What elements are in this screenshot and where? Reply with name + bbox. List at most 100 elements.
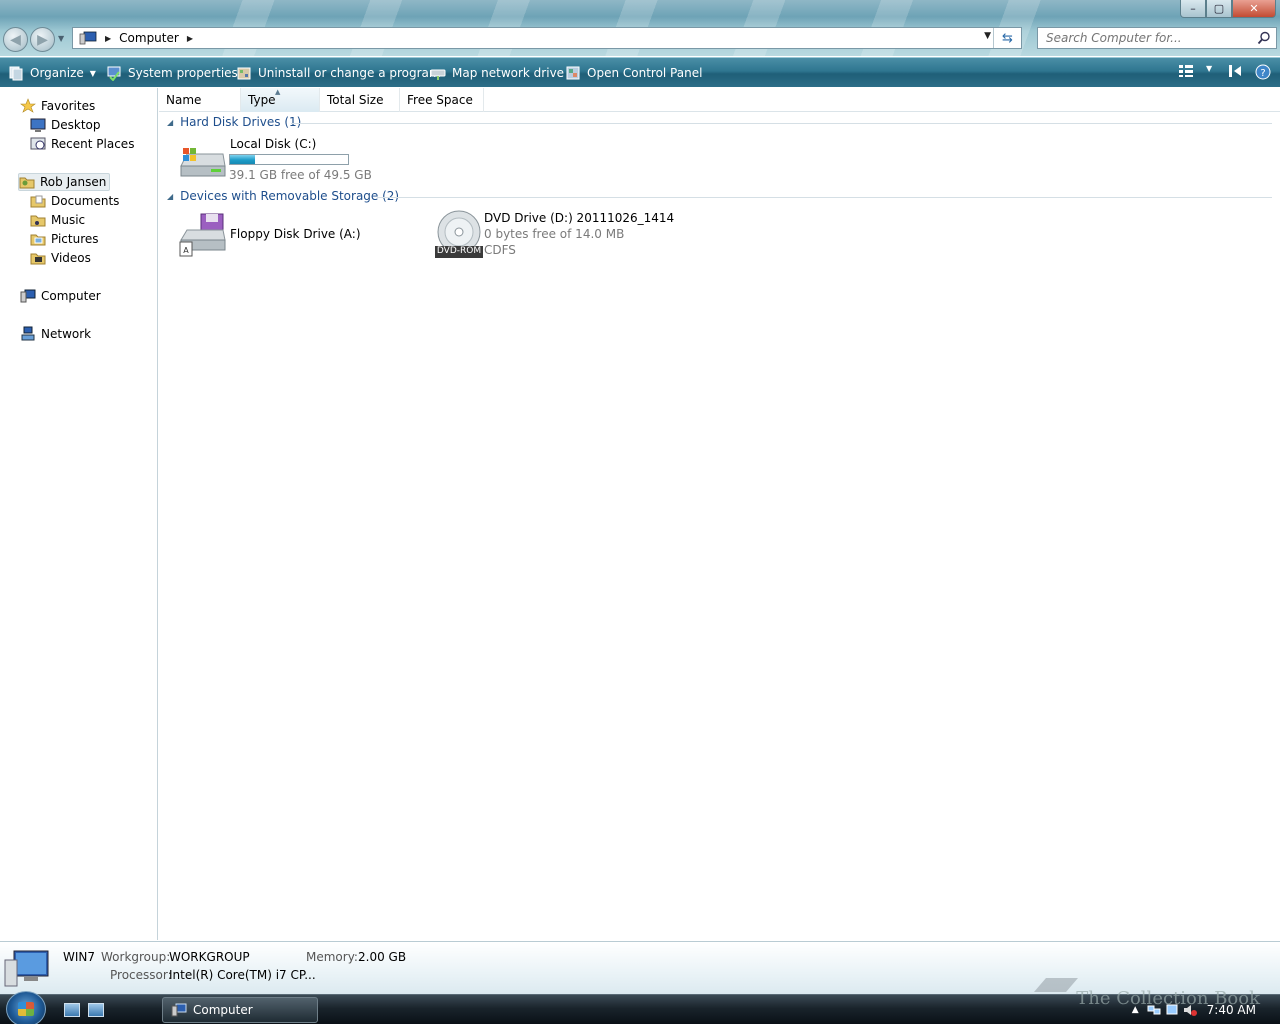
maximize-button[interactable]: ▢ xyxy=(1206,0,1232,18)
refresh-button[interactable]: ⇆ xyxy=(993,28,1021,48)
back-button[interactable]: ◀ xyxy=(3,27,28,52)
nav-documents-label: Documents xyxy=(51,194,120,208)
open-control-panel-button[interactable]: Open Control Panel xyxy=(565,64,702,82)
computer-icon xyxy=(4,950,49,987)
start-button[interactable] xyxy=(6,991,46,1024)
uninstall-program-label: Uninstall or change a program xyxy=(258,66,441,80)
nav-item-videos[interactable]: Videos xyxy=(30,249,91,267)
documents-folder-icon xyxy=(30,195,46,208)
group-hard-disk-drives[interactable]: ◢ Hard Disk Drives (1) xyxy=(167,115,301,129)
column-name[interactable]: Name xyxy=(159,88,241,112)
views-button[interactable] xyxy=(1178,64,1194,78)
nav-desktop-label: Desktop xyxy=(51,118,101,132)
uninstall-program-button[interactable]: Uninstall or change a program xyxy=(236,64,441,82)
system-properties-label: System properties xyxy=(128,66,238,80)
column-name-label: Name xyxy=(166,93,202,107)
views-dropdown-icon[interactable]: ▼ xyxy=(1206,64,1212,73)
nav-item-pictures[interactable]: Pictures xyxy=(30,230,99,248)
dvd-rom-badge: DVD-ROM xyxy=(436,246,482,256)
computer-name: WIN7 xyxy=(63,950,96,964)
music-folder-icon xyxy=(30,215,46,227)
drive-c-free-space: 39.1 GB free of 49.5 GB xyxy=(229,168,372,182)
nav-recent-label: Recent Places xyxy=(51,137,135,151)
drive-c-capacity-bar xyxy=(229,154,349,165)
nav-item-favorites[interactable]: Favorites xyxy=(20,97,95,115)
svg-text:?: ? xyxy=(1260,68,1265,79)
nav-item-computer[interactable]: Computer xyxy=(20,287,101,305)
nav-favorites-label: Favorites xyxy=(41,99,96,113)
nav-item-network[interactable]: Network xyxy=(20,325,91,343)
map-network-drive-button[interactable]: Map network drive xyxy=(430,64,564,82)
search-icon[interactable] xyxy=(1257,31,1271,45)
show-desktop-icon[interactable] xyxy=(64,1003,80,1017)
group-hard-disk-drives-label: Hard Disk Drives (1) xyxy=(180,115,302,129)
drive-a-label: Floppy Disk Drive (A:) xyxy=(230,227,361,241)
nav-item-documents[interactable]: Documents xyxy=(30,192,119,210)
svg-text:A: A xyxy=(183,246,189,255)
videos-folder-icon xyxy=(30,253,46,265)
group-removable-storage[interactable]: ◢ Devices with Removable Storage (2) xyxy=(167,189,399,203)
forward-button[interactable]: ▶ xyxy=(30,27,55,52)
memory-label: Memory: xyxy=(306,950,358,964)
organize-button[interactable]: Organize ▼ xyxy=(8,64,96,82)
book-logo-icon xyxy=(1034,978,1078,992)
workgroup-value: WORKGROUP xyxy=(169,950,250,964)
minimize-button[interactable]: – xyxy=(1180,0,1206,18)
preview-pane-icon xyxy=(1229,65,1241,77)
recent-pages-dropdown[interactable]: ▼ xyxy=(58,34,64,43)
pictures-folder-icon xyxy=(30,234,46,246)
address-bar[interactable]: ▶ Computer ▶ ▼ ⇆ xyxy=(72,27,1022,49)
preview-pane-button[interactable] xyxy=(1228,64,1244,78)
nav-computer-label: Computer xyxy=(41,289,101,303)
switch-windows-icon[interactable] xyxy=(88,1003,104,1017)
hard-drive-icon xyxy=(180,148,226,177)
command-bar: Organize ▼ System properties Uninstall or… xyxy=(0,57,1280,87)
drive-c-label: Local Disk (C:) xyxy=(230,137,317,151)
nav-item-recent-places[interactable]: Recent Places xyxy=(30,135,134,153)
group-divider xyxy=(291,123,1272,124)
desktop-icon xyxy=(30,118,46,132)
taskbar-window-label: Computer xyxy=(193,1003,253,1017)
column-free-space[interactable]: Free Space xyxy=(400,88,484,112)
window-controls: – ▢ ✕ xyxy=(1180,0,1276,18)
close-button[interactable]: ✕ xyxy=(1232,0,1276,18)
group-removable-storage-label: Devices with Removable Storage (2) xyxy=(180,189,400,203)
breadcrumb-chevron-icon[interactable]: ▶ xyxy=(105,34,111,43)
star-icon xyxy=(20,98,36,113)
title-bar: – ▢ ✕ ◀ ▶ ▼ ▶ Computer ▶ ▼ ⇆ xyxy=(0,0,1280,56)
column-total-size[interactable]: Total Size xyxy=(320,88,400,112)
nav-item-music[interactable]: Music xyxy=(30,211,85,229)
nav-item-user[interactable]: Rob Jansen xyxy=(18,173,111,191)
chevron-down-icon: ▼ xyxy=(89,68,96,78)
open-control-panel-label: Open Control Panel xyxy=(587,66,703,80)
column-total-size-label: Total Size xyxy=(327,93,384,107)
computer-icon xyxy=(171,1003,187,1017)
user-folder-icon xyxy=(19,177,35,189)
watermark-text: The Collection Book xyxy=(1076,988,1260,1009)
network-drive-icon xyxy=(430,69,446,80)
system-properties-button[interactable]: System properties xyxy=(106,64,238,82)
computer-icon xyxy=(79,31,97,45)
computer-icon xyxy=(20,289,36,303)
content-pane: Name ▲ Type Total Size Free Space ◢ Hard … xyxy=(159,88,1280,940)
nav-item-desktop[interactable]: Desktop xyxy=(30,116,101,134)
breadcrumb-chevron-icon[interactable]: ▶ xyxy=(187,34,193,43)
workgroup-label: Workgroup: xyxy=(101,950,171,964)
search-input[interactable] xyxy=(1046,31,1246,45)
memory-value: 2.00 GB xyxy=(358,950,407,964)
network-icon xyxy=(21,326,35,341)
column-free-space-label: Free Space xyxy=(407,93,473,107)
forward-arrow-icon: ▶ xyxy=(37,31,48,48)
nav-music-label: Music xyxy=(51,213,86,227)
help-button[interactable]: ? xyxy=(1255,64,1271,80)
help-icon: ? xyxy=(1255,64,1271,80)
drive-d-filesystem: CDFS xyxy=(484,243,516,257)
address-dropdown-icon[interactable]: ▼ xyxy=(984,31,991,41)
views-icon xyxy=(1179,65,1193,77)
recent-places-icon xyxy=(30,137,46,150)
search-box[interactable] xyxy=(1037,27,1277,49)
breadcrumb-computer[interactable]: Computer xyxy=(119,31,179,45)
column-type[interactable]: ▲ Type xyxy=(241,88,320,112)
taskbar-window-computer[interactable]: Computer xyxy=(162,997,318,1023)
floppy-drive-icon: A xyxy=(179,213,226,257)
